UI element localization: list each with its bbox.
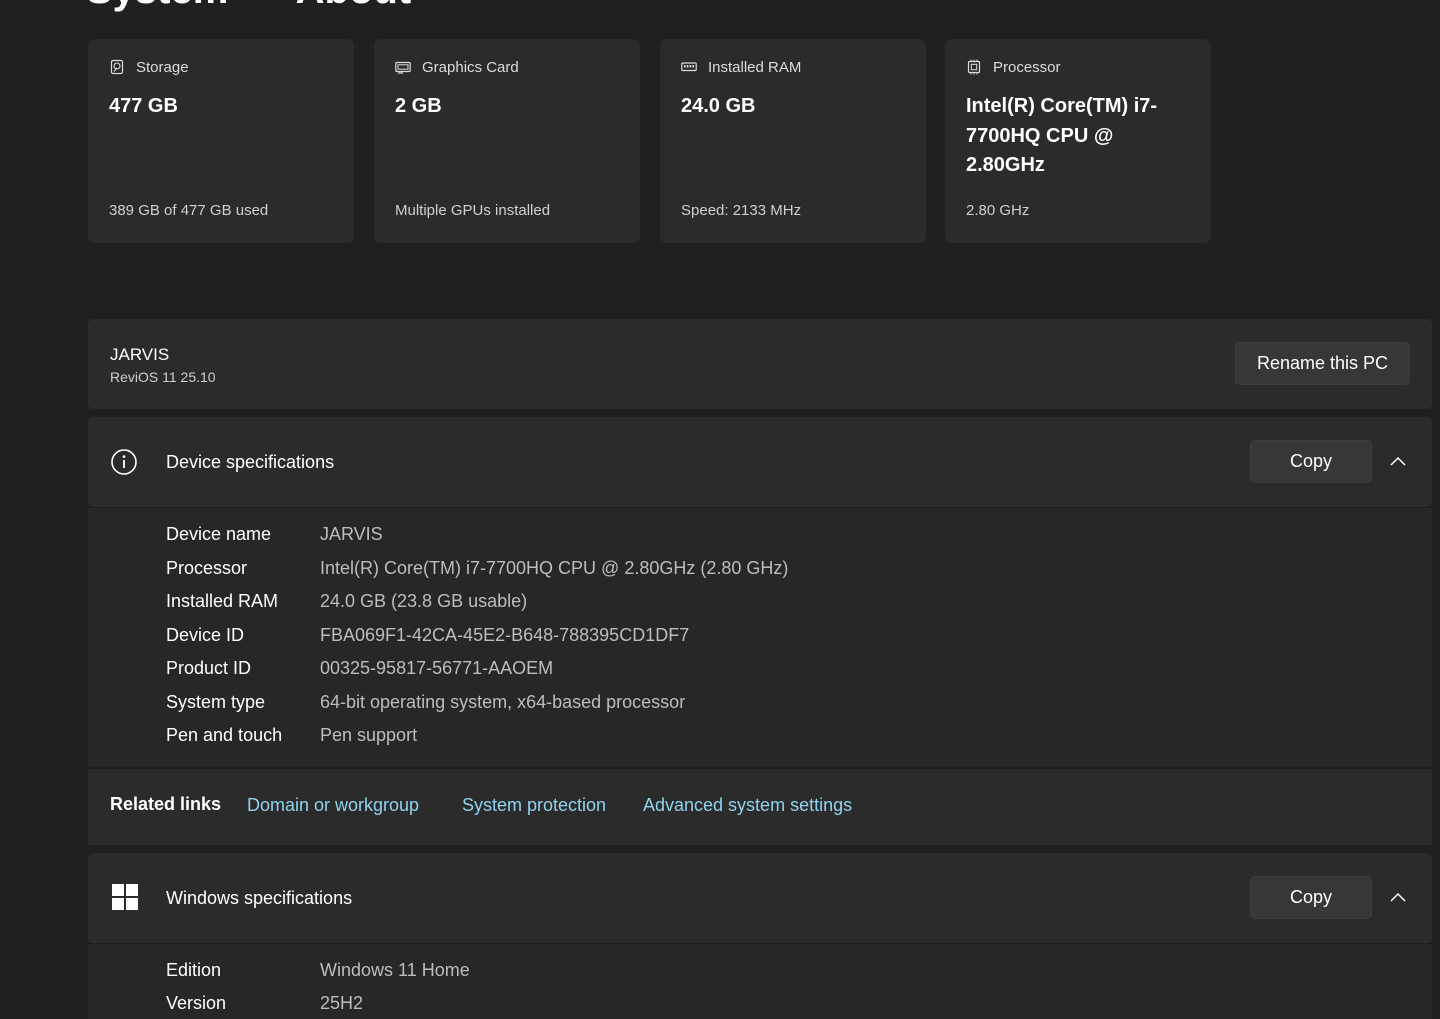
- spec-key: Product ID: [166, 658, 252, 678]
- chevron-up-icon[interactable]: [1386, 450, 1410, 474]
- device-specs-list: Device name JARVIS Processor Intel(R) Co…: [88, 507, 1432, 767]
- system-protection-link[interactable]: System protection: [462, 795, 606, 816]
- processor-card-value: Intel(R) Core(TM) i7-7700HQ CPU @ 2.80GH…: [966, 95, 1158, 176]
- spec-value: Pen support: [320, 725, 418, 745]
- spec-value: 64-bit operating system, x64-based proce…: [320, 692, 686, 712]
- windows-specs-list: Edition Windows 11 Home Version 25H2: [88, 943, 1432, 1019]
- copy-windows-specs-button[interactable]: Copy: [1250, 876, 1372, 919]
- processor-card: Processor Intel(R) Core(TM) i7-7700HQ CP…: [945, 39, 1211, 243]
- spec-value: Intel(R) Core(TM) i7-7700HQ CPU @ 2.80GH…: [320, 558, 789, 578]
- installed-ram-detail: Speed: 2133 MHz: [681, 202, 802, 219]
- processor-card-label: Processor: [993, 58, 1061, 76]
- breadcrumb-system[interactable]: System: [86, 0, 228, 12]
- graphics-card-icon: [395, 59, 411, 75]
- graphics-card-card: Graphics Card 2 GB Multiple GPUs install…: [374, 39, 640, 243]
- spec-key: Version: [166, 993, 227, 1013]
- pc-name: JARVIS: [110, 345, 170, 364]
- processor-card-detail: 2.80 GHz: [966, 202, 1030, 219]
- windows-specifications-header[interactable]: Windows specifications Copy: [88, 853, 1432, 943]
- spec-value: FBA069F1-42CA-45E2-B648-788395CD1DF7: [320, 625, 690, 645]
- spec-key: Processor: [166, 558, 248, 578]
- related-links-bar: Related links Domain or workgroup System…: [88, 768, 1432, 845]
- windows-logo-icon: [112, 884, 140, 912]
- spec-key: Installed RAM: [166, 591, 279, 611]
- installed-ram-value: 24.0 GB: [681, 95, 756, 117]
- os-name: ReviOS 11 25.10: [110, 369, 216, 385]
- settings-about-page: System > About Storage 477 GB 389 GB of 47…: [0, 0, 1440, 1019]
- device-specifications-title: Device specifications: [166, 452, 335, 472]
- spec-key: Edition: [166, 960, 222, 980]
- spec-value: JARVIS: [320, 524, 383, 544]
- storage-card-label: Storage: [136, 58, 189, 76]
- storage-drive-icon: [109, 59, 125, 75]
- spec-value: Windows 11 Home: [320, 960, 470, 980]
- storage-card-detail: 389 GB of 477 GB used: [109, 202, 269, 219]
- related-links-title: Related links: [110, 794, 222, 814]
- installed-ram-label: Installed RAM: [708, 58, 802, 76]
- pc-name-panel: JARVIS ReviOS 11 25.10 Rename this PC: [88, 319, 1432, 409]
- graphics-card-value: 2 GB: [395, 95, 442, 117]
- spec-value: 24.0 GB (23.8 GB usable): [320, 591, 528, 611]
- storage-card-value: 477 GB: [109, 95, 178, 117]
- rename-pc-button[interactable]: Rename this PC: [1235, 342, 1410, 385]
- spec-key: Device ID: [166, 625, 245, 645]
- spec-value: 00325-95817-56771-AAOEM: [320, 658, 554, 678]
- advanced-system-settings-link[interactable]: Advanced system settings: [643, 795, 852, 816]
- ram-module-icon: [681, 59, 697, 75]
- spec-value: 25H2: [320, 993, 364, 1013]
- installed-ram-card: Installed RAM 24.0 GB Speed: 2133 MHz: [660, 39, 926, 243]
- spec-key: Device name: [166, 524, 272, 544]
- info-circle-icon: [110, 448, 138, 476]
- spec-key: Pen and touch: [166, 725, 283, 745]
- breadcrumb-about: About: [296, 0, 412, 12]
- copy-device-specs-button[interactable]: Copy: [1250, 440, 1372, 483]
- spec-key: System type: [166, 692, 266, 712]
- domain-or-workgroup-link[interactable]: Domain or workgroup: [247, 795, 419, 816]
- windows-specifications-title: Windows specifications: [166, 888, 353, 908]
- storage-card: Storage 477 GB 389 GB of 477 GB used: [88, 39, 354, 243]
- graphics-card-detail: Multiple GPUs installed: [395, 202, 551, 219]
- chevron-up-icon[interactable]: [1386, 886, 1410, 910]
- device-specifications-header[interactable]: Device specifications Copy: [88, 417, 1432, 507]
- processor-chip-icon: [966, 59, 982, 75]
- breadcrumb-separator: >: [252, 0, 275, 12]
- page-title: System > About: [86, 0, 411, 13]
- graphics-card-label: Graphics Card: [422, 58, 519, 76]
